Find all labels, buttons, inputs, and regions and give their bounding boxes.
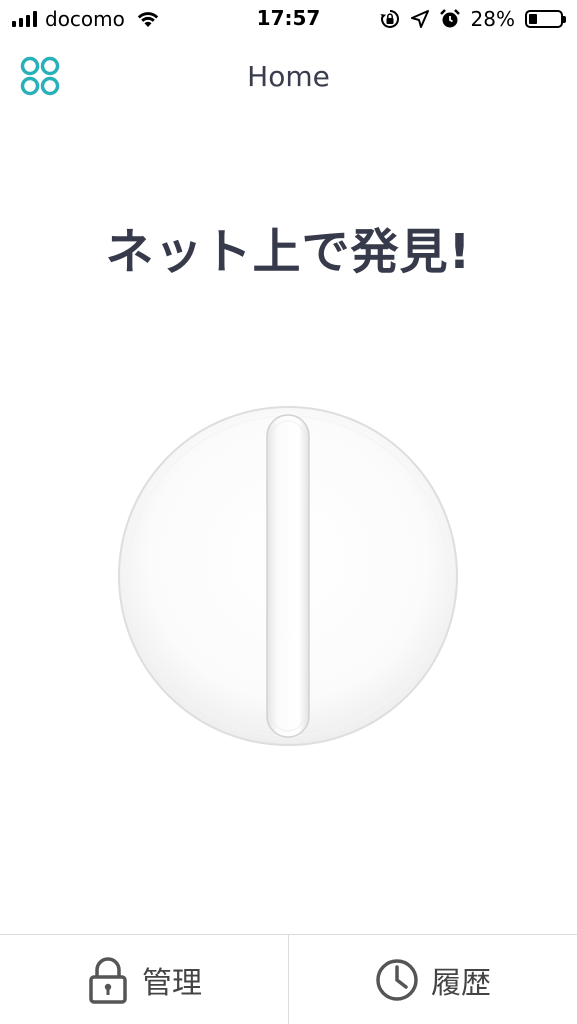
battery-icon bbox=[525, 10, 566, 28]
bottom-tab-bar: 管理 履歴 bbox=[0, 934, 577, 1024]
tab-manage-label: 管理 bbox=[142, 965, 202, 1001]
battery-percent: 28% bbox=[470, 7, 515, 31]
alarm-icon bbox=[439, 9, 460, 28]
rotation-lock-icon bbox=[380, 10, 399, 28]
tab-manage[interactable]: 管理 bbox=[0, 935, 288, 1024]
app-screen: docomo 17:57 28% Home ネット上で発見! 管理 履歴 bbox=[0, 0, 577, 1024]
page-title: Home bbox=[247, 60, 330, 93]
battery-level-fill bbox=[529, 14, 537, 24]
nav-header: Home bbox=[0, 48, 577, 106]
found-headline: ネット上で発見! bbox=[105, 224, 472, 280]
status-bar: docomo 17:57 28% bbox=[0, 0, 577, 40]
tab-history-label: 履歴 bbox=[431, 965, 491, 1001]
lock-icon bbox=[89, 956, 127, 1004]
tab-history[interactable]: 履歴 bbox=[288, 935, 577, 1024]
device-graphic bbox=[118, 406, 458, 746]
clock-icon bbox=[376, 958, 418, 1001]
location-icon bbox=[410, 10, 429, 28]
lock-device-illustration[interactable] bbox=[117, 405, 459, 747]
status-right: 28% bbox=[379, 6, 566, 32]
